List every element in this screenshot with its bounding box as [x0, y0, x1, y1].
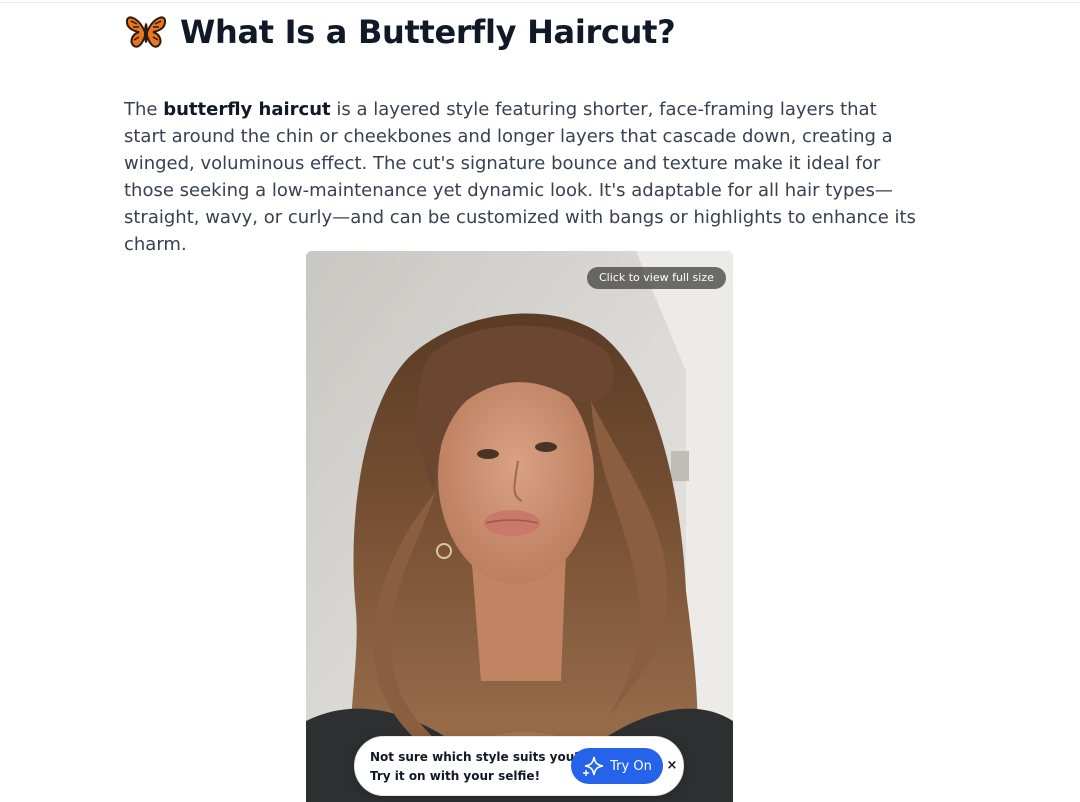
page-title: What Is a Butterfly Haircut?	[180, 13, 676, 51]
try-on-banner: Not sure which style suits you? Try it o…	[354, 736, 684, 796]
paragraph-body: is a layered style featuring shorter, fa…	[124, 99, 916, 255]
haircut-photo[interactable]	[306, 251, 733, 802]
try-on-message: Not sure which style suits you? Try it o…	[370, 748, 581, 786]
top-divider	[0, 2, 1080, 3]
view-full-size-badge[interactable]: Click to view full size	[587, 267, 726, 289]
section-heading: What Is a Butterfly Haircut?	[124, 12, 676, 52]
butterfly-icon	[126, 16, 166, 48]
try-on-message-line2: Try it on with your selfie!	[370, 769, 541, 783]
close-icon[interactable]: ×	[665, 759, 679, 773]
intro-paragraph: The butterfly haircut is a layered style…	[124, 96, 924, 258]
sparkle-icon	[583, 756, 604, 776]
try-on-button[interactable]: Try On	[571, 748, 663, 784]
try-on-button-label: Try On	[610, 758, 652, 774]
paragraph-lead: The	[124, 99, 164, 120]
paragraph-bold-term: butterfly haircut	[163, 99, 331, 120]
portrait-illustration	[306, 251, 733, 802]
try-on-message-line1: Not sure which style suits you?	[370, 750, 582, 764]
